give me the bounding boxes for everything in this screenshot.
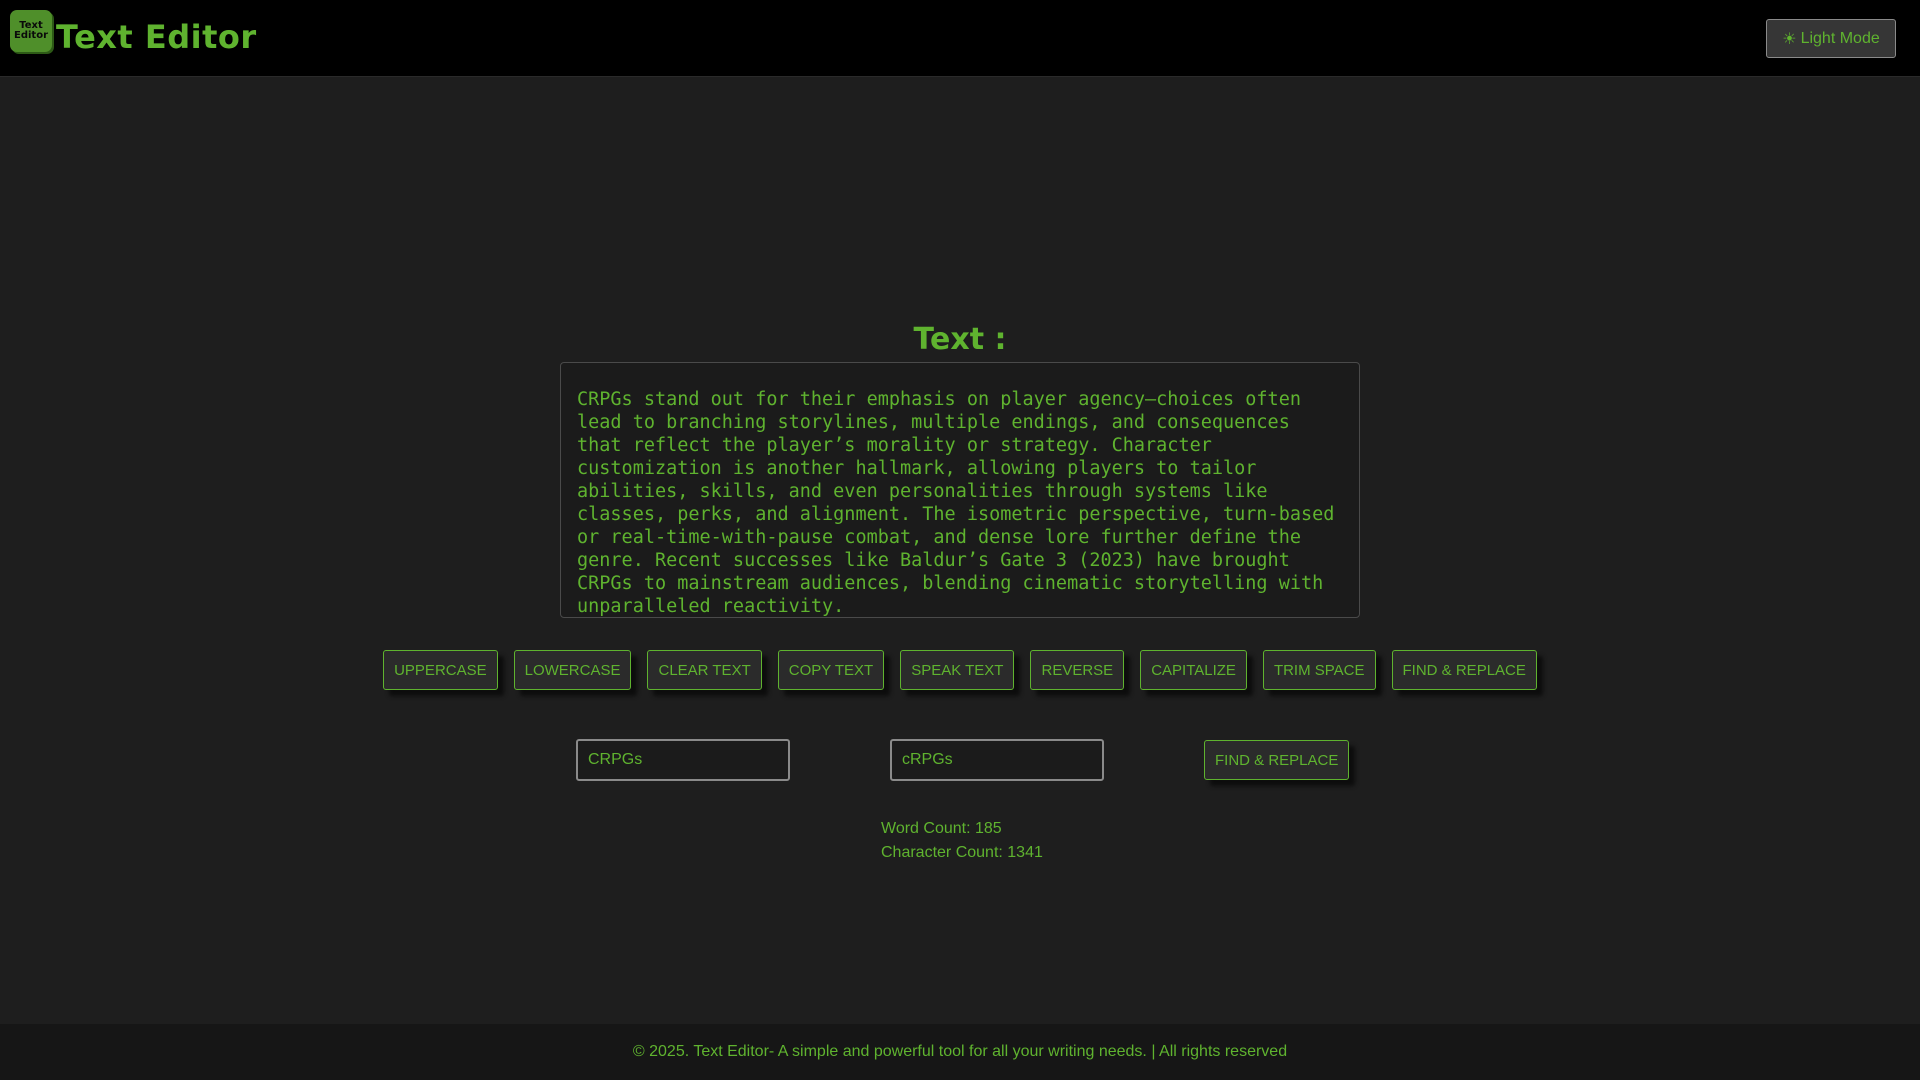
lowercase-button[interactable]: LOWERCASE — [513, 650, 632, 690]
find-input[interactable] — [576, 739, 790, 781]
clear-text-button[interactable]: CLEAR TEXT — [647, 650, 762, 690]
character-count: Character Count: 1341 — [881, 844, 1043, 861]
word-count: Word Count: 185 — [881, 820, 1002, 837]
editor-text[interactable]: CRPGs stand out for their emphasis on pl… — [577, 388, 1343, 617]
text-stats: Word Count: 185 Character Count: 1341 — [881, 817, 1043, 865]
section-title: Text : — [913, 322, 1007, 357]
uppercase-button[interactable]: UPPERCASE — [383, 650, 498, 690]
action-toolbar: UPPERCASE LOWERCASE CLEAR TEXT COPY TEXT… — [0, 650, 1920, 690]
light-mode-label: Light Mode — [1800, 29, 1880, 47]
app-logo: Text Editor — [10, 10, 52, 52]
light-mode-button[interactable]: ☀ Light Mode — [1766, 19, 1896, 58]
sun-icon: ☀ — [1782, 30, 1797, 48]
replace-input[interactable] — [890, 739, 1104, 781]
reverse-button[interactable]: REVERSE — [1030, 650, 1125, 690]
capitalize-button[interactable]: CAPITALIZE — [1140, 650, 1247, 690]
find-replace-button[interactable]: FIND & REPLACE — [1204, 740, 1350, 780]
text-editor-area[interactable]: CRPGs stand out for their emphasis on pl… — [560, 362, 1360, 618]
footer-text: © 2025. Text Editor- A simple and powerf… — [632, 1043, 1288, 1060]
speak-text-button[interactable]: SPEAK TEXT — [900, 650, 1015, 690]
logo-line2: Editor — [14, 30, 48, 41]
copy-text-button[interactable]: COPY TEXT — [777, 650, 885, 690]
find-replace-toggle-button[interactable]: FIND & REPLACE — [1391, 650, 1537, 690]
app-title: Text Editor — [56, 18, 257, 56]
app-header: Text Editor Text Editor ☀ Light Mode — [0, 0, 1920, 77]
trim-space-button[interactable]: TRIM SPACE — [1262, 650, 1376, 690]
app-footer: © 2025. Text Editor- A simple and powerf… — [0, 1024, 1920, 1080]
